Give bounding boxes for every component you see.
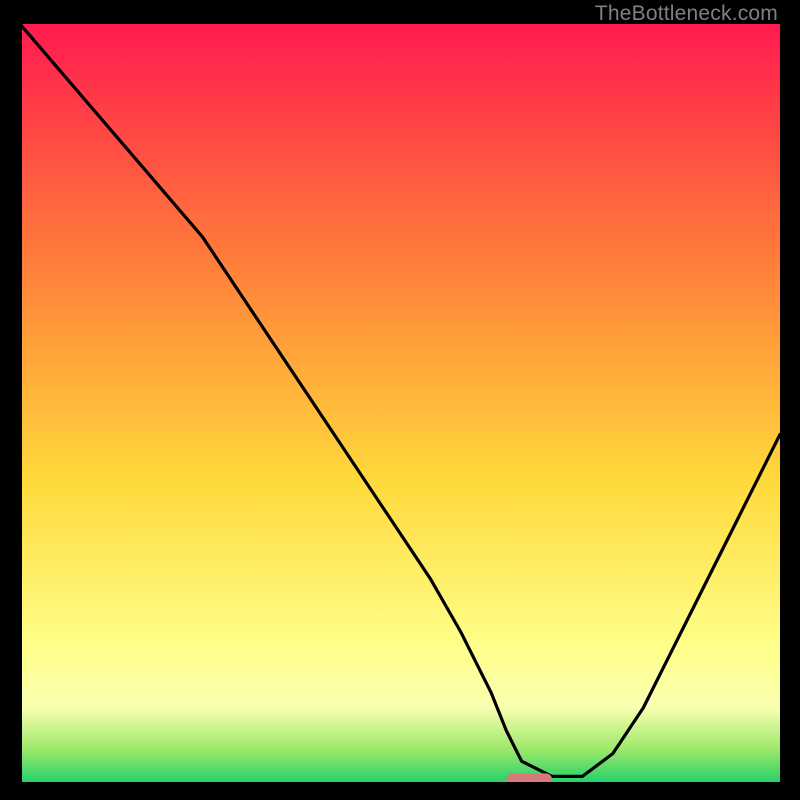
bottleneck-chart bbox=[20, 24, 780, 784]
chart-frame bbox=[20, 24, 780, 784]
chart-background-gradient bbox=[20, 24, 780, 784]
watermark-text: TheBottleneck.com bbox=[595, 2, 778, 26]
